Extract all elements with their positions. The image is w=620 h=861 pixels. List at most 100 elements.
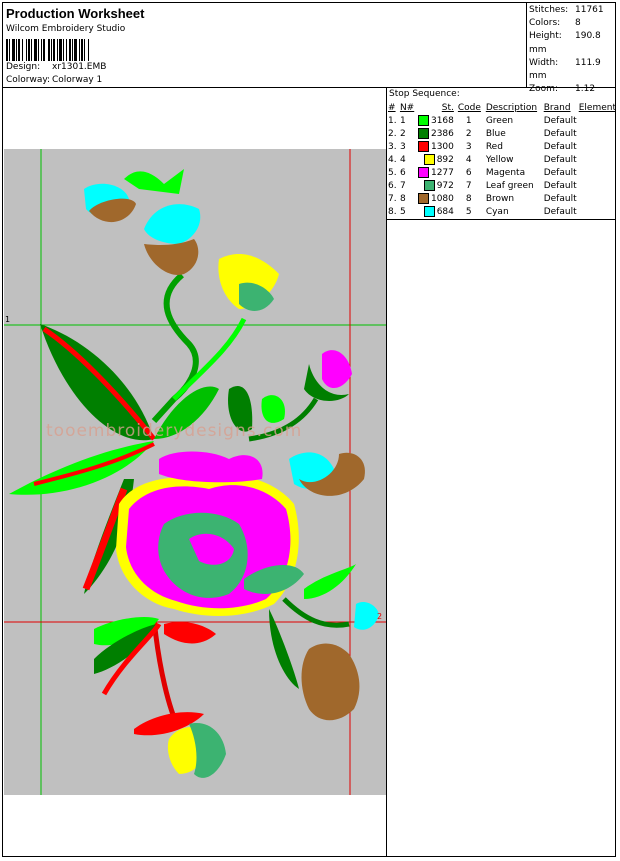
stop-sequence-table: # N# St. Code Description Brand Element … [388,101,616,218]
stop-cell-element [579,192,616,205]
colorway-row: Colorway: Colorway 1 [6,75,102,85]
stop-cell-element [579,166,616,179]
stop-panel-bottom-line [386,219,616,220]
stem-lower-right [282,597,350,628]
stop-cell-element [579,114,616,127]
stop-cell-n: 1 [399,115,406,126]
stop-cell-n: 3 [399,141,406,152]
design-value: xr1301.EMB [52,62,107,72]
stop-cell-brand: Default [543,115,577,126]
stop-row: 1. 1 3168 1 Green Default [388,114,616,127]
barcode [6,39,135,61]
col-header-code: Code [457,102,481,113]
stop-cell-n: 2 [399,128,406,139]
watermark: tooembroiderydesigns.com [46,421,303,441]
leaf-lower-right-dark [269,609,299,689]
color-swatch [423,206,435,217]
stop-cell-code: 5 [465,206,472,217]
stop-cell-code: 1 [465,115,472,126]
embroidery-design-art [4,149,386,795]
color-swatch [417,141,429,152]
bud-cyan-lower [354,602,379,630]
stop-cell-code: 3 [465,141,472,152]
stop-cell-num: 6. [388,180,397,191]
stitch-count: 1277 [430,168,454,178]
bud-magenta [322,350,352,389]
stitch-count: 3168 [430,116,454,126]
panel-divider [386,87,387,857]
stitch-count: 1300 [430,142,454,152]
stop-row: 8. 5 684 5 Cyan Default [388,205,616,218]
marker-2: 2 [377,612,383,621]
stop-cell-num: 1. [388,115,397,126]
stop-row: 4. 4 892 4 Yellow Default [388,153,616,166]
stitches-value: 11761 [575,5,604,15]
stop-cell-code: 8 [465,193,472,204]
stop-cell-brand: Default [543,180,577,191]
stop-row: 2. 2 2386 2 Blue Default [388,127,616,140]
color-swatch [423,154,435,165]
flower-brown-base [144,239,199,275]
stop-cell-brand: Default [543,193,577,204]
page-title: Production Worksheet [6,6,145,21]
stop-cell-desc: Brown [485,193,515,204]
stop-cell-code: 7 [465,180,472,191]
col-header-stitches: St. [441,102,454,113]
stitch-count: 2386 [430,129,454,139]
stop-cell-n: 7 [399,180,406,191]
stop-table-header: # N# St. Code Description Brand Element [388,101,616,114]
stop-cell-element [579,179,616,192]
header-divider-vertical [526,2,527,88]
color-swatch [423,180,435,191]
stop-cell-brand: Default [543,128,577,139]
stop-cell-element [579,205,616,218]
leaf-mid-light [261,395,285,423]
leaf-lower-right-light [304,564,356,599]
color-swatch [417,128,429,139]
stop-cell-element [579,140,616,153]
stop-cell-brand: Default [543,206,577,217]
design-preview: tooembroiderydesigns.com 1 2 [4,149,386,795]
marker-1: 1 [5,315,11,324]
stitch-count: 972 [436,181,454,191]
stitch-count: 892 [436,155,454,165]
leaf-bottom-red [164,622,216,644]
zoom-label: Zoom: [529,84,558,95]
stop-cell-n: 8 [399,193,406,204]
header-divider [2,87,616,88]
stop-cell-desc: Magenta [485,167,526,178]
colorway-value: Colorway 1 [52,75,103,85]
stop-cell-desc: Green [485,115,514,126]
stop-cell-element [579,153,616,166]
software-name: Wilcom Embroidery Studio [6,24,126,34]
stop-cell-desc: Leaf green [485,180,534,191]
colors-value: 8 [575,18,581,29]
stop-cell-brand: Default [543,141,577,152]
col-header-n: N# [399,102,415,113]
stop-cell-code: 4 [465,154,472,165]
col-header-brand: Brand [543,102,571,113]
stop-row: 3. 3 1300 3 Red Default [388,140,616,153]
stop-cell-code: 6 [465,167,472,178]
worksheet-header: Production Worksheet Wilcom Embroidery S… [4,4,524,88]
stop-row: 5. 6 1277 6 Magenta Default [388,166,616,179]
stop-cell-n: 5 [399,206,406,217]
stop-cell-num: 3. [388,141,397,152]
colorway-label: Colorway: [6,75,51,85]
col-header-num: # [388,102,396,113]
top-leaves [124,169,184,194]
stitch-count: 1080 [430,194,454,204]
stop-cell-num: 5. [388,167,397,178]
stop-cell-code: 2 [465,128,472,139]
col-header-description: Description [485,102,538,113]
flower-cyan-top [144,204,201,244]
colors-label: Colors: [529,18,561,29]
color-swatch [417,115,429,126]
stitch-count: 684 [436,207,454,217]
stop-cell-desc: Red [485,141,503,152]
stop-cell-desc: Blue [485,128,506,139]
stop-cell-brand: Default [543,167,577,178]
design-stats: Stitches: 11761 Colors: 8 Height: 190.8 mm … [529,4,620,96]
stop-cell-n: 4 [399,154,406,165]
stop-cell-n: 6 [399,167,406,178]
